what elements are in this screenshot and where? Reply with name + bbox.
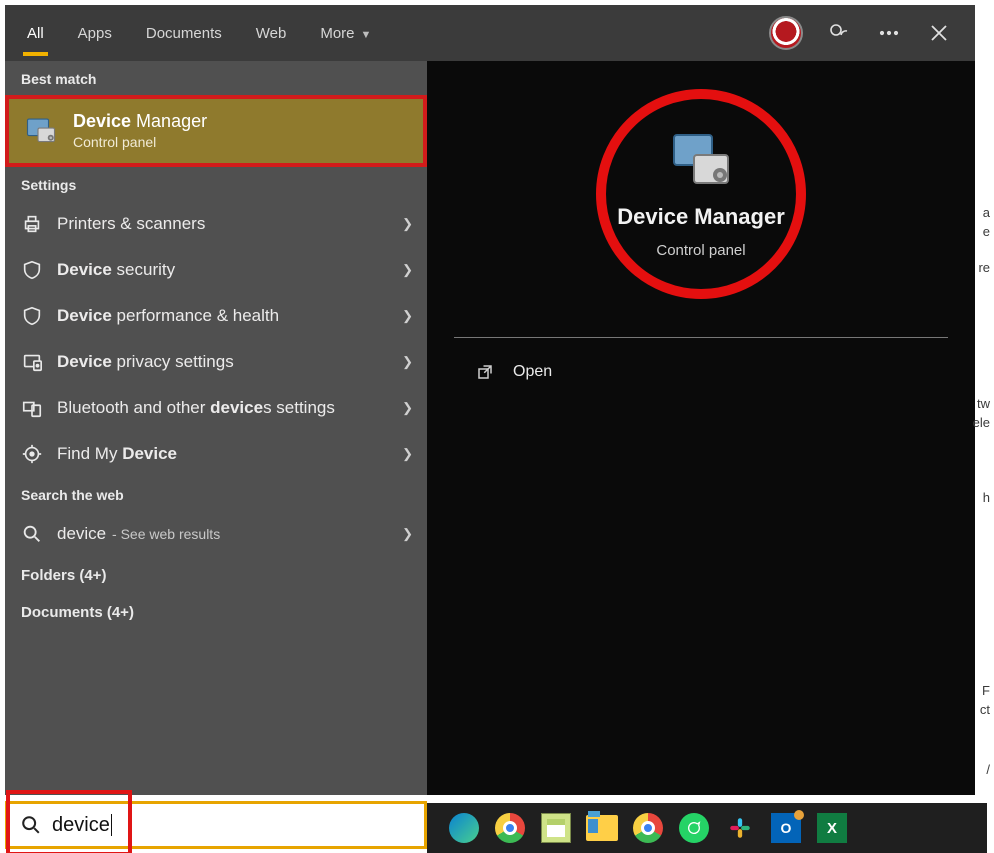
settings-item-device-privacy[interactable]: Device privacy settings ❯ [5,339,427,385]
preview-subtitle: Control panel [656,242,745,259]
taskbar-search-box[interactable]: device [5,801,427,849]
chevron-right-icon: ❯ [402,308,413,324]
shield-icon [19,257,45,283]
chevron-right-icon: ❯ [402,446,413,462]
taskbar-excel[interactable]: X [815,811,849,845]
search-icon [19,521,45,547]
action-open[interactable]: Open [427,338,975,406]
taskbar-edge[interactable] [447,811,481,845]
best-match-title: Device Manager [73,112,207,132]
bg-fragment: tw [977,396,990,411]
section-search-web: Search the web [5,477,427,511]
taskbar-notepad[interactable] [539,811,573,845]
tab-web[interactable]: Web [252,15,291,52]
tab-documents[interactable]: Documents [142,15,226,52]
locate-icon [19,441,45,467]
row-label: Find My Device [57,444,402,464]
bg-fragment: ct [980,702,990,717]
chevron-right-icon: ❯ [402,216,413,232]
settings-item-device-performance[interactable]: Device performance & health ❯ [5,293,427,339]
bg-fragment: e [983,224,990,239]
tab-more[interactable]: More▼ [316,15,375,52]
feedback-icon[interactable] [825,19,853,47]
user-avatar[interactable] [769,16,803,50]
search-input-text: device [52,814,112,837]
web-search-label: device - See web results [57,524,402,544]
chevron-right-icon: ❯ [402,526,413,542]
best-match-subtitle: Control panel [73,134,207,150]
search-filter-tabs: All Apps Documents Web More▼ [5,5,975,61]
section-best-match: Best match [5,61,427,95]
tab-apps[interactable]: Apps [74,15,116,52]
taskbar-whatsapp[interactable] [677,811,711,845]
bg-fragment: a [983,205,990,220]
start-search-panel: All Apps Documents Web More▼ Best match [5,5,975,795]
row-label: Bluetooth and other devices settings [57,398,402,418]
text-cursor [111,814,112,836]
preview-title: Device Manager [617,204,785,230]
settings-item-printers[interactable]: Printers & scanners ❯ [5,201,427,247]
annotation-circle: Device Manager Control panel [596,89,806,299]
web-search-row[interactable]: device - See web results ❯ [5,511,427,557]
taskbar-file-explorer[interactable] [585,811,619,845]
result-preview-pane: Device Manager Control panel Open [427,61,975,795]
bg-fragment: ele [973,415,990,430]
bg-fragment: / [986,762,990,777]
privacy-icon [19,349,45,375]
devices-icon [19,395,45,421]
search-icon [20,814,42,836]
bg-fragment: F [982,683,990,698]
taskbar-slack[interactable] [723,811,757,845]
chevron-right-icon: ❯ [402,400,413,416]
taskbar: O X [427,803,987,853]
best-match-device-manager[interactable]: Device Manager Control panel [5,95,427,167]
device-manager-large-icon [666,129,736,196]
chevron-right-icon: ❯ [402,354,413,370]
section-documents[interactable]: Documents (4+) [5,594,427,631]
row-label: Device security [57,260,402,280]
chevron-down-icon: ▼ [361,29,372,41]
device-manager-icon [23,113,59,149]
taskbar-outlook[interactable]: O [769,811,803,845]
chevron-right-icon: ❯ [402,262,413,278]
taskbar-chrome-2[interactable] [631,811,665,845]
action-open-label: Open [513,363,552,381]
row-label: Printers & scanners [57,214,402,234]
settings-item-find-my-device[interactable]: Find My Device ❯ [5,431,427,477]
settings-item-device-security[interactable]: Device security ❯ [5,247,427,293]
row-label: Device performance & health [57,306,402,326]
row-label: Device privacy settings [57,352,402,372]
more-options-icon[interactable] [875,19,903,47]
close-icon[interactable] [925,19,953,47]
bg-fragment: h [983,490,990,505]
results-list: Best match Device Manager Control panel … [5,61,427,795]
section-settings: Settings [5,167,427,201]
bg-fragment: re [978,260,990,275]
printer-icon [19,211,45,237]
open-icon [475,362,495,382]
section-folders[interactable]: Folders (4+) [5,557,427,594]
settings-item-bluetooth[interactable]: Bluetooth and other devices settings ❯ [5,385,427,431]
shield-icon [19,303,45,329]
taskbar-chrome[interactable] [493,811,527,845]
tab-all[interactable]: All [23,15,48,52]
